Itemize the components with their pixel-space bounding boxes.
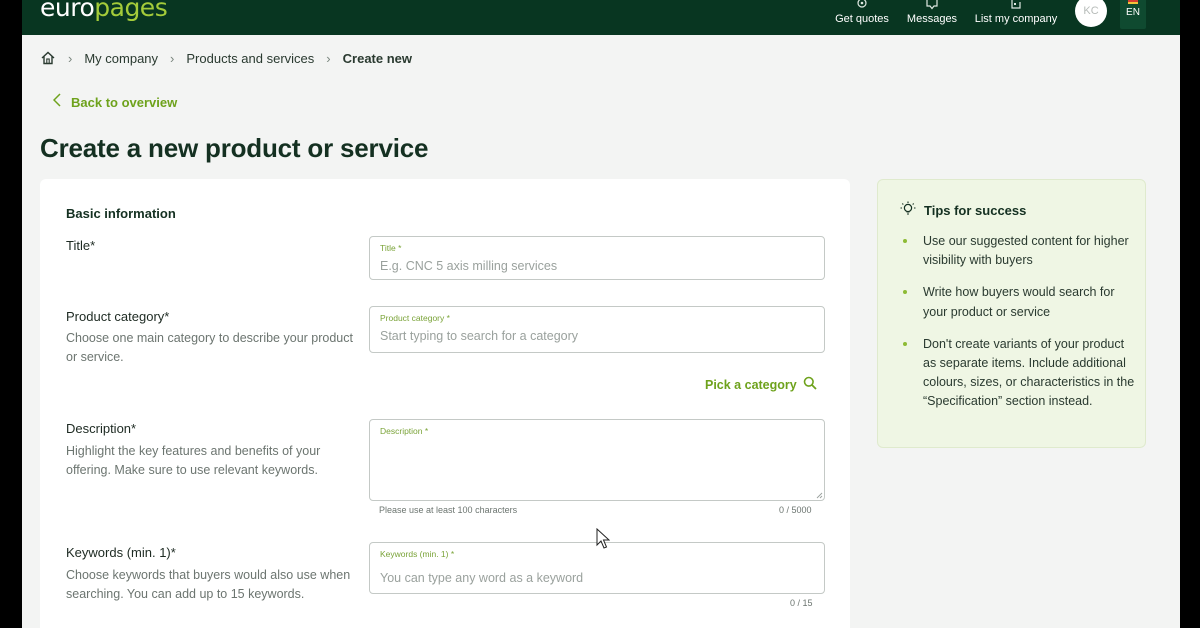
nav-get-quotes-label: Get quotes [835, 13, 889, 25]
nav-messages[interactable]: Messages [904, 0, 960, 35]
language-code: EN [1126, 7, 1140, 18]
description-field-label: Description* [66, 421, 137, 436]
flag-icon [1128, 0, 1138, 4]
chevron-right-icon: › [326, 50, 331, 66]
title-input-label: Title * [380, 243, 402, 253]
chevron-right-icon: › [68, 50, 73, 66]
title-input[interactable]: Title * E.g. CNC 5 axis milling services [369, 236, 825, 280]
category-placeholder: Start typing to search for a category [380, 329, 579, 343]
back-to-overview-label: Back to overview [71, 95, 178, 110]
section-title: Basic information [66, 206, 176, 221]
tips-for-success-panel: Tips for success Use our suggested conte… [877, 179, 1146, 448]
category-input-label: Product category * [380, 313, 450, 323]
mouse-pointer-icon [596, 528, 610, 549]
breadcrumb-my-company[interactable]: My company [84, 51, 158, 66]
tip-item: Use our suggested content for higher vis… [900, 232, 1140, 270]
description-hint: Please use at least 100 characters [379, 505, 518, 515]
keywords-counter: 0 / 15 [790, 598, 813, 608]
tips-header: Tips for success [900, 201, 1026, 220]
nav-messages-label: Messages [906, 13, 958, 25]
logo-text-main: euro [40, 0, 95, 22]
tips-title: Tips for success [924, 203, 1027, 218]
company-icon [973, 0, 1059, 13]
chevron-right-icon: › [170, 50, 175, 66]
description-textarea[interactable]: Description * [369, 419, 825, 501]
keywords-help-text: Choose keywords that buyers would also u… [66, 568, 351, 601]
home-icon[interactable] [40, 50, 56, 66]
description-help-text: Highlight the key features and benefits … [66, 444, 321, 477]
back-to-overview-link[interactable]: Back to overview [52, 93, 178, 112]
tip-item: Write how buyers would search for your p… [900, 283, 1140, 321]
user-avatar[interactable]: KC [1075, 0, 1107, 27]
logo-text-accent: pages [94, 0, 168, 22]
nav-get-quotes[interactable]: Get quotes [832, 0, 892, 35]
keywords-field-label: Keywords (min. 1)* [66, 545, 176, 560]
keywords-input-label: Keywords (min. 1) * [380, 549, 455, 559]
pick-a-category-button[interactable]: Pick a category [705, 376, 817, 393]
description-input-label: Description * [380, 426, 429, 436]
description-char-counter: 0 / 5000 [779, 505, 812, 515]
breadcrumb-create-new: Create new [342, 50, 413, 66]
resize-handle-icon[interactable] [816, 492, 823, 499]
quote-icon [832, 0, 892, 13]
category-help-text: Choose one main category to describe you… [66, 331, 353, 364]
top-navigation-bar: europages Get quotes Messages List my co… [22, 0, 1180, 35]
language-switcher[interactable]: EN [1120, 0, 1146, 29]
messages-icon [904, 0, 960, 13]
search-icon [803, 376, 817, 393]
category-field-label: Product category* [66, 309, 170, 324]
europages-logo[interactable]: europages [40, 0, 168, 22]
keywords-placeholder: You can type any word as a keyword [380, 571, 584, 585]
title-field-label: Title* [66, 238, 96, 253]
nav-list-my-company[interactable]: List my company [973, 0, 1059, 35]
lightbulb-icon [900, 201, 916, 220]
category-input[interactable]: Product category * Start typing to searc… [369, 306, 825, 353]
breadcrumb-products-and-services[interactable]: Products and services [186, 51, 314, 66]
basic-information-form: Basic information Title* Title * E.g. CN… [40, 179, 850, 628]
nav-list-my-company-label: List my company [974, 13, 1058, 25]
title-placeholder: E.g. CNC 5 axis milling services [380, 259, 558, 273]
tips-list: Use our suggested content for higher vis… [900, 232, 1140, 425]
tip-item: Don't create variants of your product as… [900, 335, 1140, 412]
chevron-left-icon [52, 93, 61, 112]
page-title: Create a new product or service [40, 133, 429, 163]
pick-a-category-label: Pick a category [705, 377, 797, 392]
breadcrumb: › My company › Products and services › C… [40, 49, 412, 67]
page: europages Get quotes Messages List my co… [22, 0, 1180, 628]
